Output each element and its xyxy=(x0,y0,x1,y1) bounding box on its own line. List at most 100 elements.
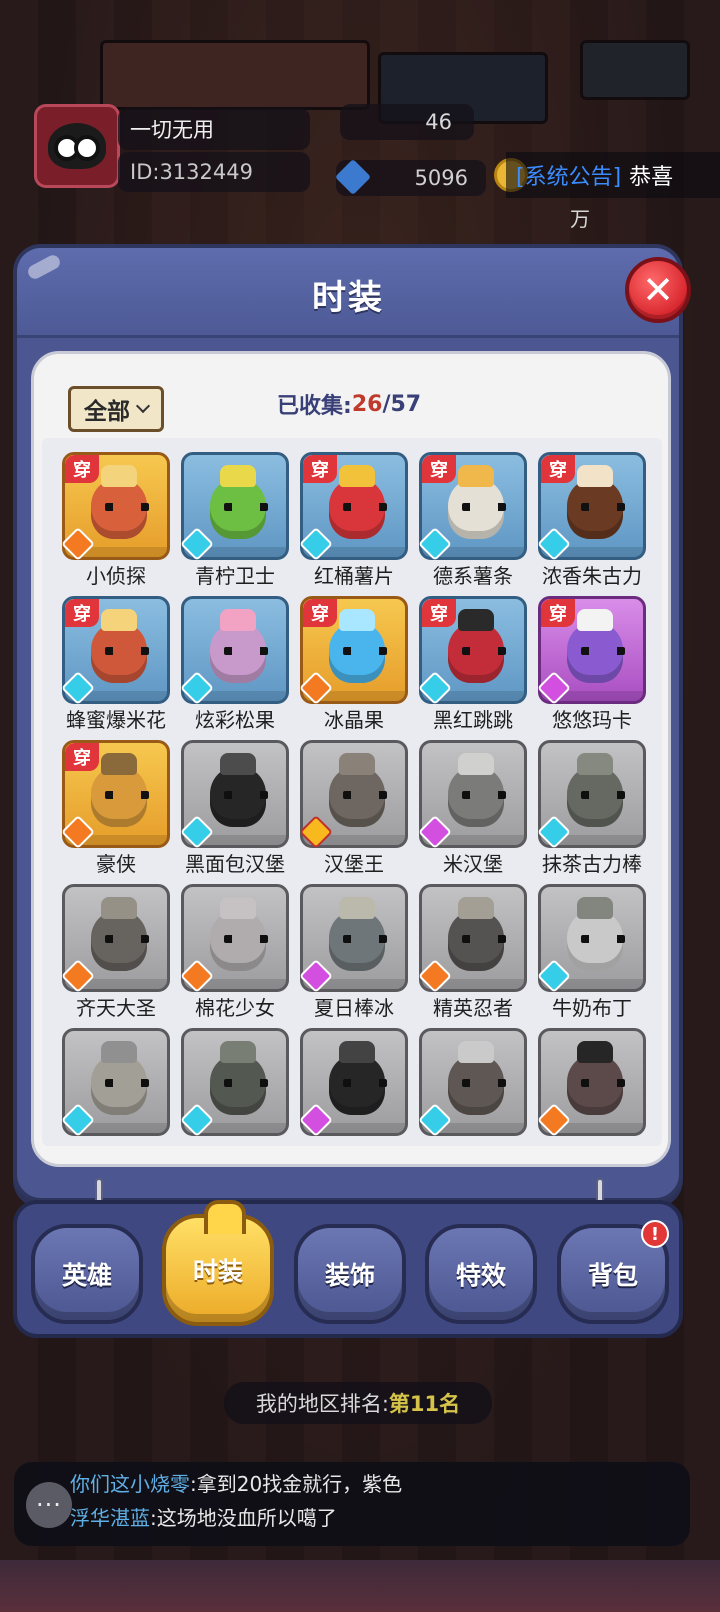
costume-name: 精英忍者 xyxy=(433,996,513,1020)
costume-grid-scroll[interactable]: 穿小侦探 青柠卫士穿红桶薯片穿德系薯条穿浓香朱古力穿蜂蜜爆米花 炫彩松果穿冰晶果穿黑… xyxy=(42,438,662,1146)
tab-label: 特效 xyxy=(455,1261,506,1290)
costume-item[interactable]: 穿浓香朱古力 xyxy=(537,452,646,588)
collected-total: 57 xyxy=(390,391,422,417)
costume-item[interactable] xyxy=(299,1028,408,1137)
chat-bubble-icon[interactable]: ··· xyxy=(26,1482,72,1528)
worn-badge: 穿 xyxy=(65,455,99,483)
costume-character-icon xyxy=(567,1041,625,1115)
costume-item[interactable]: 齐天大圣 xyxy=(61,884,170,1020)
costume-name: 牛奶布丁 xyxy=(552,996,632,1020)
costume-name: 夏日棒冰 xyxy=(314,996,394,1020)
costume-character-icon xyxy=(448,897,506,971)
player-level: 46 xyxy=(340,104,474,140)
costume-character-icon xyxy=(329,465,387,539)
collected-current: 26 xyxy=(351,391,383,417)
system-announcement[interactable]: [系统公告] 恭喜 xyxy=(506,152,720,198)
costume-name: 黑面包汉堡 xyxy=(185,852,285,876)
costume-name: 红桶薯片 xyxy=(314,564,394,588)
costume-character-icon xyxy=(448,1041,506,1115)
bottom-tab-bar: 英雄 时装 装饰 特效 背包 ! xyxy=(13,1200,683,1338)
chat-text: :这场地没血所以噶了 xyxy=(150,1506,337,1530)
costume-item[interactable]: 抹茶古力棒 xyxy=(537,740,646,876)
costume-name: 蜂蜜爆米花 xyxy=(66,708,166,732)
costume-character-icon xyxy=(210,897,268,971)
costume-item[interactable]: 穿小侦探 xyxy=(61,452,170,588)
costume-character-icon xyxy=(567,609,625,683)
tab-label: 背包 xyxy=(587,1261,638,1290)
panel-title: 时装 xyxy=(312,278,384,318)
costume-item[interactable]: 穿蜂蜜爆米花 xyxy=(61,596,170,732)
announcement-tag: [系统公告] xyxy=(516,165,622,190)
costume-item[interactable]: 米汉堡 xyxy=(418,740,527,876)
worn-badge: 穿 xyxy=(65,743,99,771)
close-button[interactable]: ✕ xyxy=(625,257,691,323)
costume-item[interactable] xyxy=(418,1028,527,1137)
costume-character-icon xyxy=(329,1041,387,1115)
tab-label: 时装 xyxy=(192,1257,243,1286)
costume-item[interactable]: 穿悠悠玛卡 xyxy=(537,596,646,732)
costume-character-icon xyxy=(91,609,149,683)
costume-name: 米汉堡 xyxy=(443,852,503,876)
costume-name: 悠悠玛卡 xyxy=(552,708,632,732)
costume-name: 黑红跳跳 xyxy=(433,708,513,732)
tab-costume[interactable]: 时装 xyxy=(162,1200,274,1326)
costume-name: 炫彩松果 xyxy=(195,708,275,732)
costume-panel: 时装 ✕ 全部 已收集: 26 / 57 穿小侦探 青柠卫士穿红桶薯片穿德系薯条穿… xyxy=(13,244,691,1202)
costume-character-icon xyxy=(91,753,149,827)
costume-item[interactable]: 汉堡王 xyxy=(299,740,408,876)
costume-item[interactable]: 青柠卫士 xyxy=(180,452,289,588)
tab-decoration[interactable]: 装饰 xyxy=(294,1224,406,1324)
collected-separator: / xyxy=(382,391,391,417)
chevron-down-icon xyxy=(135,398,151,414)
player-name: 一切无用 xyxy=(118,108,310,150)
worn-badge: 穿 xyxy=(422,599,456,627)
costume-item[interactable]: 精英忍者 xyxy=(418,884,527,1020)
costume-item[interactable]: 穿冰晶果 xyxy=(299,596,408,732)
costume-name: 德系薯条 xyxy=(433,564,513,588)
costume-character-icon xyxy=(210,465,268,539)
costume-name: 汉堡王 xyxy=(324,852,384,876)
chat-box[interactable]: ··· 你们这小烧零:拿到20找金就行，紫色 浮华湛蓝:这场地没血所以噶了 xyxy=(14,1462,690,1546)
notification-badge: ! xyxy=(641,1220,669,1248)
costume-name: 青柠卫士 xyxy=(195,564,275,588)
costume-item[interactable]: 夏日棒冰 xyxy=(299,884,408,1020)
avatar-face-icon xyxy=(48,123,106,169)
filter-dropdown[interactable]: 全部 xyxy=(68,386,164,432)
costume-item[interactable]: 黑面包汉堡 xyxy=(180,740,289,876)
player-avatar[interactable] xyxy=(34,104,120,188)
tab-backpack[interactable]: 背包 ! xyxy=(557,1220,669,1324)
costume-item[interactable]: 棉花少女 xyxy=(180,884,289,1020)
tab-label: 装饰 xyxy=(324,1261,375,1290)
costume-item[interactable]: 穿德系薯条 xyxy=(418,452,527,588)
player-id: ID:3132449 xyxy=(118,152,310,192)
costume-item[interactable] xyxy=(537,1028,646,1137)
costume-item[interactable]: 穿红桶薯片 xyxy=(299,452,408,588)
costume-name: 小侦探 xyxy=(86,564,146,588)
costume-item[interactable] xyxy=(180,1028,289,1137)
costume-item[interactable]: 炫彩松果 xyxy=(180,596,289,732)
costume-name: 豪侠 xyxy=(96,852,136,876)
costume-character-icon xyxy=(448,609,506,683)
costume-name: 齐天大圣 xyxy=(76,996,156,1020)
announcement-text: 恭喜 xyxy=(629,165,674,190)
costume-item[interactable]: 穿黑红跳跳 xyxy=(418,596,527,732)
chat-text: :拿到20找金就行，紫色 xyxy=(190,1472,403,1496)
costume-grid: 穿小侦探 青柠卫士穿红桶薯片穿德系薯条穿浓香朱古力穿蜂蜜爆米花 炫彩松果穿冰晶果穿黑… xyxy=(61,452,646,1137)
worn-badge: 穿 xyxy=(303,599,337,627)
worn-badge: 穿 xyxy=(65,599,99,627)
footer-strip xyxy=(0,1560,720,1612)
costume-character-icon xyxy=(567,753,625,827)
tab-effects[interactable]: 特效 xyxy=(425,1224,537,1324)
region-rank[interactable]: 我的地区排名: 第11名 xyxy=(224,1382,492,1424)
costume-character-icon xyxy=(567,897,625,971)
costume-item[interactable]: 牛奶布丁 xyxy=(537,884,646,1020)
costume-character-icon xyxy=(329,897,387,971)
costume-name: 棉花少女 xyxy=(195,996,275,1020)
tab-hero[interactable]: 英雄 xyxy=(31,1224,143,1324)
costume-character-icon xyxy=(329,609,387,683)
costume-character-icon xyxy=(210,609,268,683)
chat-message: 浮华湛蓝:这场地没血所以噶了 xyxy=(70,1502,337,1531)
costume-character-icon xyxy=(448,465,506,539)
costume-item[interactable]: 穿豪侠 xyxy=(61,740,170,876)
costume-item[interactable] xyxy=(61,1028,170,1137)
